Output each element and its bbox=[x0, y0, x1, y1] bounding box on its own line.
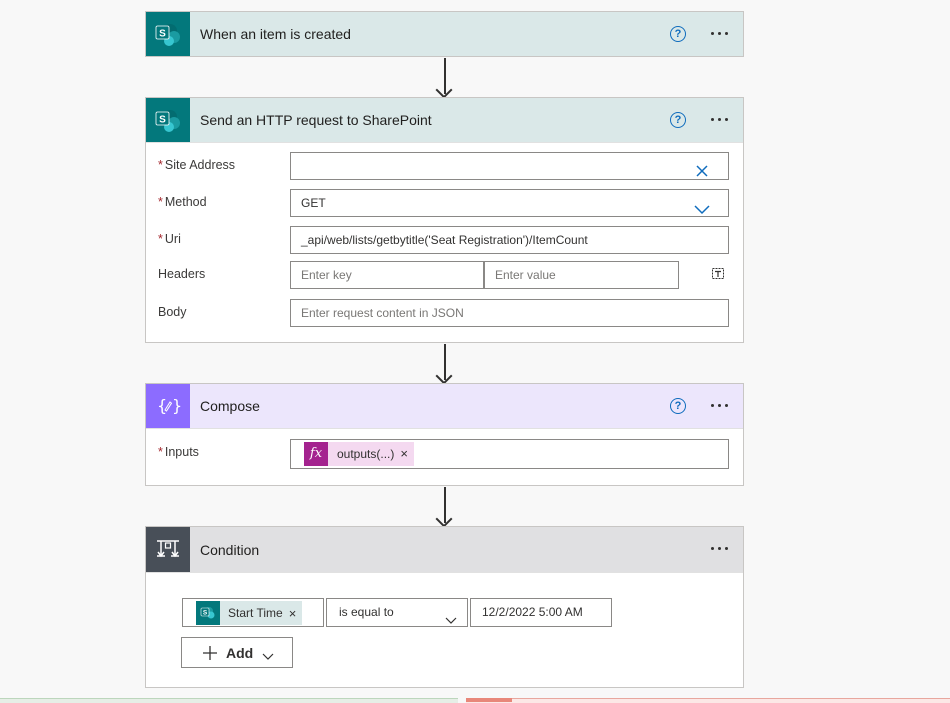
uri-label: * Uri bbox=[158, 232, 181, 246]
help-icon[interactable]: ? bbox=[670, 398, 686, 414]
svg-text:}: } bbox=[172, 396, 181, 415]
headers-row: Headers Enter key Enter value bbox=[158, 261, 729, 291]
chevron-down-icon[interactable] bbox=[694, 198, 710, 224]
add-button[interactable]: Add bbox=[181, 637, 293, 668]
flow-arrow bbox=[444, 487, 446, 523]
remove-token-icon[interactable]: × bbox=[400, 441, 414, 467]
method-label: * Method bbox=[158, 195, 207, 209]
expression-token[interactable]: fx outputs(...) × bbox=[304, 442, 414, 466]
uri-row: * Uri _api/web/lists/getbytitle('Seat Reg… bbox=[158, 226, 729, 256]
more-options-icon[interactable] bbox=[707, 538, 731, 558]
operator-dropdown[interactable]: is equal to bbox=[326, 598, 468, 627]
inputs-field[interactable]: fx outputs(...) × bbox=[290, 439, 729, 469]
compose-icon: { } bbox=[146, 384, 190, 428]
chevron-down-icon bbox=[262, 649, 274, 660]
token-label: outputs(...) bbox=[337, 447, 395, 461]
sharepoint-letter: S bbox=[203, 609, 208, 616]
body-input[interactable]: Enter request content in JSON bbox=[290, 299, 729, 327]
method-value: GET bbox=[301, 196, 326, 210]
condition-icon bbox=[146, 527, 190, 572]
compose-card: { } Compose ? *Inputs fx outputs(...) × bbox=[145, 383, 744, 486]
trigger-header[interactable]: S When an item is created ? bbox=[146, 12, 743, 56]
trigger-title: When an item is created bbox=[200, 26, 351, 42]
compose-header[interactable]: { } Compose ? bbox=[146, 384, 743, 429]
inputs-row: * Inputs fx outputs(...) × bbox=[158, 439, 729, 469]
function-icon: fx bbox=[304, 442, 328, 466]
flow-arrow bbox=[444, 344, 446, 380]
token-label: Start Time bbox=[228, 606, 283, 620]
sharepoint-icon: S bbox=[146, 98, 190, 142]
add-label: Add bbox=[226, 644, 254, 661]
site-address-row: * Site Address bbox=[158, 152, 729, 182]
bottom-bar-new-step bbox=[0, 698, 458, 703]
http-request-card: S Send an HTTP request to SharePoint ? *… bbox=[145, 97, 744, 343]
trigger-card[interactable]: S When an item is created ? bbox=[145, 11, 744, 57]
body-row: Body Enter request content in JSON bbox=[158, 299, 729, 329]
svg-text:{: { bbox=[157, 396, 167, 415]
compose-title: Compose bbox=[200, 398, 260, 414]
sharepoint-icon: S bbox=[146, 12, 190, 56]
plus-icon bbox=[203, 645, 217, 660]
chevron-down-icon[interactable] bbox=[445, 608, 457, 635]
flow-arrow bbox=[444, 58, 446, 94]
condition-card: Condition S Start Time × is equal to 12/… bbox=[145, 526, 744, 688]
method-dropdown[interactable]: GET bbox=[290, 189, 729, 217]
site-address-label: * Site Address bbox=[158, 158, 236, 172]
condition-title: Condition bbox=[200, 541, 260, 558]
operator-value: is equal to bbox=[339, 605, 394, 619]
site-address-input[interactable] bbox=[290, 152, 729, 180]
dynamic-content-token[interactable]: S Start Time × bbox=[196, 601, 303, 625]
more-options-icon[interactable] bbox=[707, 109, 731, 129]
method-row: * Method GET bbox=[158, 189, 729, 219]
inputs-label: * Inputs bbox=[158, 445, 199, 459]
switch-to-text-mode-icon[interactable] bbox=[711, 266, 725, 280]
http-request-header[interactable]: S Send an HTTP request to SharePoint ? bbox=[146, 98, 743, 143]
condition-right-operand[interactable]: 12/2/2022 5:00 AM bbox=[470, 598, 612, 627]
help-icon[interactable]: ? bbox=[670, 112, 686, 128]
sharepoint-letter: S bbox=[159, 29, 166, 40]
condition-header[interactable]: Condition bbox=[146, 527, 743, 573]
condition-left-operand[interactable]: S Start Time × bbox=[182, 598, 324, 627]
sharepoint-icon: S bbox=[196, 601, 220, 625]
sharepoint-letter: S bbox=[159, 115, 166, 126]
clear-icon[interactable] bbox=[696, 160, 708, 177]
headers-label: Headers bbox=[158, 267, 206, 281]
remove-token-icon[interactable]: × bbox=[289, 606, 303, 621]
header-value-input[interactable]: Enter value bbox=[484, 261, 679, 289]
bottom-bar-no bbox=[466, 698, 950, 703]
more-options-icon[interactable] bbox=[707, 23, 731, 43]
bottom-bar-no-accent bbox=[466, 698, 512, 702]
http-request-title: Send an HTTP request to SharePoint bbox=[200, 112, 432, 128]
header-key-input[interactable]: Enter key bbox=[290, 261, 484, 289]
help-icon[interactable]: ? bbox=[670, 26, 686, 42]
uri-input[interactable]: _api/web/lists/getbytitle('Seat Registra… bbox=[290, 226, 729, 254]
body-label: Body bbox=[158, 305, 187, 319]
more-options-icon[interactable] bbox=[707, 395, 731, 415]
